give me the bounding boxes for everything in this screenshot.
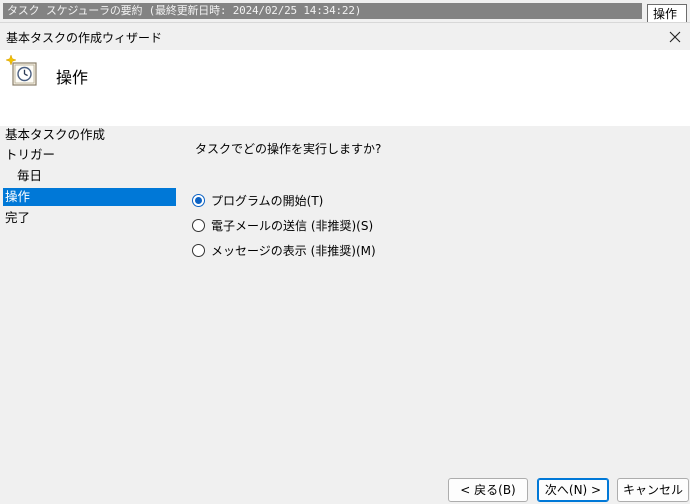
cancel-button[interactable]: キャンセル xyxy=(617,478,689,502)
page-title: 操作 xyxy=(56,68,89,87)
radio-button[interactable] xyxy=(192,243,205,257)
radio-send-email[interactable]: 電子メールの送信 (非推奨)(S) xyxy=(192,216,373,234)
radio-label: プログラムの開始(T) xyxy=(211,193,324,208)
wizard-header: 操作 xyxy=(0,50,690,126)
radio-label: 電子メールの送信 (非推奨)(S) xyxy=(211,218,374,233)
nav-item-daily[interactable]: 毎日 xyxy=(3,167,42,185)
nav-item-trigger[interactable]: トリガー xyxy=(3,146,55,164)
radio-display-message[interactable]: メッセージの表示 (非推奨)(M) xyxy=(192,241,376,259)
radio-button-checked[interactable] xyxy=(192,193,205,207)
close-button[interactable] xyxy=(660,23,690,50)
background-window-title: タスク スケジューラの要約 (最終更新日時: 2024/02/25 14:34:… xyxy=(3,3,642,19)
nav-item-create-basic-task[interactable]: 基本タスクの作成 xyxy=(3,126,105,144)
radio-start-program[interactable]: プログラムの開始(T) xyxy=(192,191,323,209)
task-clock-icon xyxy=(6,55,37,86)
radio-button[interactable] xyxy=(192,218,205,232)
background-window-strip: タスク スケジューラの要約 (最終更新日時: 2024/02/25 14:34:… xyxy=(0,0,690,24)
radio-label: メッセージの表示 (非推奨)(M) xyxy=(211,243,376,258)
background-action-tab[interactable]: 操作 xyxy=(647,4,687,24)
wizard-title-bar: 基本タスクの作成ウィザード xyxy=(0,22,690,50)
nav-item-action[interactable]: 操作 xyxy=(3,188,176,206)
wizard-title: 基本タスクの作成ウィザード xyxy=(6,31,163,45)
action-question: タスクでどの操作を実行しますか? xyxy=(195,142,382,156)
next-button[interactable]: 次へ(N) > xyxy=(537,478,609,502)
back-button[interactable]: < 戻る(B) xyxy=(448,478,528,502)
close-icon xyxy=(669,31,681,42)
nav-item-finish[interactable]: 完了 xyxy=(3,209,30,227)
